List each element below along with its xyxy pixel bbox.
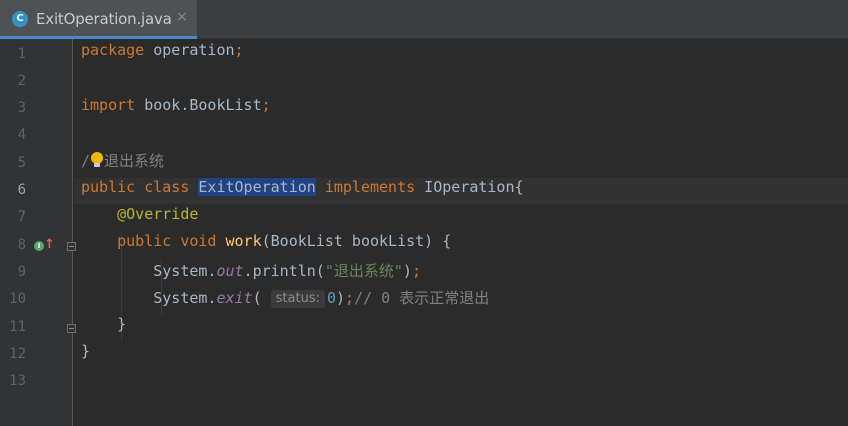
line-number: 8: [17, 237, 26, 253]
code-line-7: @Override: [117, 205, 199, 223]
line-number: 9: [17, 264, 26, 280]
line-number: 2: [17, 73, 26, 89]
line-number: 3: [17, 100, 26, 116]
line-number: 12: [9, 346, 26, 362]
editor-tab-bar: C ExitOperation.java ×: [0, 0, 848, 39]
java-class-icon: C: [12, 11, 28, 27]
code-line-9: System.out.println("退出系统");: [153, 262, 421, 280]
line-number-current: 6: [17, 182, 26, 198]
selected-identifier: ExitOperation: [198, 178, 316, 196]
code-line-3: import book.BookList;: [81, 96, 271, 114]
code-line-8: public void work(BookList bookList) {: [117, 232, 452, 250]
lightbulb-icon[interactable]: [90, 151, 104, 169]
tab-filename: ExitOperation.java: [36, 10, 172, 28]
close-icon[interactable]: ×: [176, 9, 188, 25]
line-number-gutter: 1 2 3 4 5 6 7 8 9 10 11 12 13: [0, 39, 76, 426]
line-number: 7: [17, 209, 26, 225]
line-number: 11: [9, 319, 26, 335]
code-line-6: public class ExitOperation implements IO…: [81, 178, 524, 196]
code-editor[interactable]: package operation; import book.BookList;…: [74, 39, 848, 426]
code-line-10: System.exit( status: 0);// 0 表示正常退出: [153, 289, 490, 308]
line-number: 10: [9, 291, 26, 307]
code-line-11: }: [117, 315, 127, 333]
arrow-up-icon: ↑: [44, 237, 55, 252]
line-number: 4: [17, 127, 26, 143]
code-line-5: / 退出系统: [81, 151, 165, 170]
line-number: 5: [17, 155, 26, 171]
file-tab[interactable]: C ExitOperation.java ×: [0, 0, 197, 39]
code-line-1: package operation;: [81, 41, 244, 59]
line-number: 13: [9, 373, 26, 389]
code-line-12: }: [81, 342, 91, 360]
parameter-hint: status:: [270, 290, 325, 308]
line-number: 1: [17, 46, 26, 62]
